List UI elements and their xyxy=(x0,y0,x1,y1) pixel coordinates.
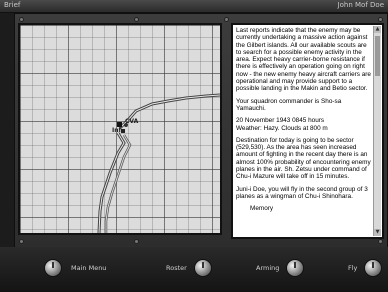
briefing-paragraph: Last reports indicate that the enemy may… xyxy=(236,27,371,93)
tactical-map[interactable]: CVA Inf xyxy=(18,23,222,235)
scroll-thumb[interactable] xyxy=(375,36,380,76)
roster-label: Roster xyxy=(166,264,187,272)
main-menu-label: Main Menu xyxy=(71,264,107,272)
rivet-icon xyxy=(379,18,382,21)
scroll-down-icon[interactable]: ▼ xyxy=(374,229,381,236)
briefing-text-panel[interactable]: Last reports indicate that the enemy may… xyxy=(231,23,384,239)
roster-button[interactable]: Roster xyxy=(166,255,211,281)
title-bar: Brief John Mof Doe xyxy=(0,0,388,13)
briefing-paragraph: Destination for today is going to be sec… xyxy=(236,136,371,181)
arming-button[interactable]: Arming xyxy=(256,255,304,281)
knob-icon xyxy=(365,260,382,276)
knob-icon xyxy=(287,260,304,276)
pilot-name: John Mof Doe xyxy=(337,1,384,9)
arming-label: Arming xyxy=(256,264,280,272)
main-menu-button[interactable]: Main Menu xyxy=(45,255,106,281)
rivet-icon xyxy=(379,240,382,243)
fly-button[interactable]: Fly xyxy=(348,255,382,281)
knob-icon xyxy=(45,260,61,276)
briefing-scrollbar[interactable]: ▲ ▼ xyxy=(373,26,381,236)
knob-icon xyxy=(194,260,211,276)
briefing-paragraph: Memory xyxy=(250,205,274,213)
briefing-paragraph: Juni-i Doe, you will fly in the second g… xyxy=(236,185,368,200)
briefing-text: Last reports indicate that the enemy may… xyxy=(233,25,382,213)
briefing-paragraph: Your squadron commander is Sho-sa Yamauc… xyxy=(236,97,342,112)
scroll-up-icon[interactable]: ▲ xyxy=(374,26,381,33)
rivet-icon xyxy=(135,18,138,21)
map-label-cva: CVA xyxy=(125,118,139,125)
rivet-icon xyxy=(20,240,23,243)
unit-marker-icon xyxy=(121,129,125,133)
rivet-icon xyxy=(225,18,228,21)
briefing-paragraph: 20 November 1943 0845 hours Weather: Haz… xyxy=(236,117,328,132)
rivet-icon xyxy=(20,18,23,21)
route-line-2 xyxy=(104,134,132,233)
route-line xyxy=(97,132,126,233)
screen-title: Brief xyxy=(4,1,21,9)
rivet-icon xyxy=(135,240,138,243)
map-label-inf: Inf xyxy=(112,127,122,134)
fly-label: Fly xyxy=(348,264,358,272)
